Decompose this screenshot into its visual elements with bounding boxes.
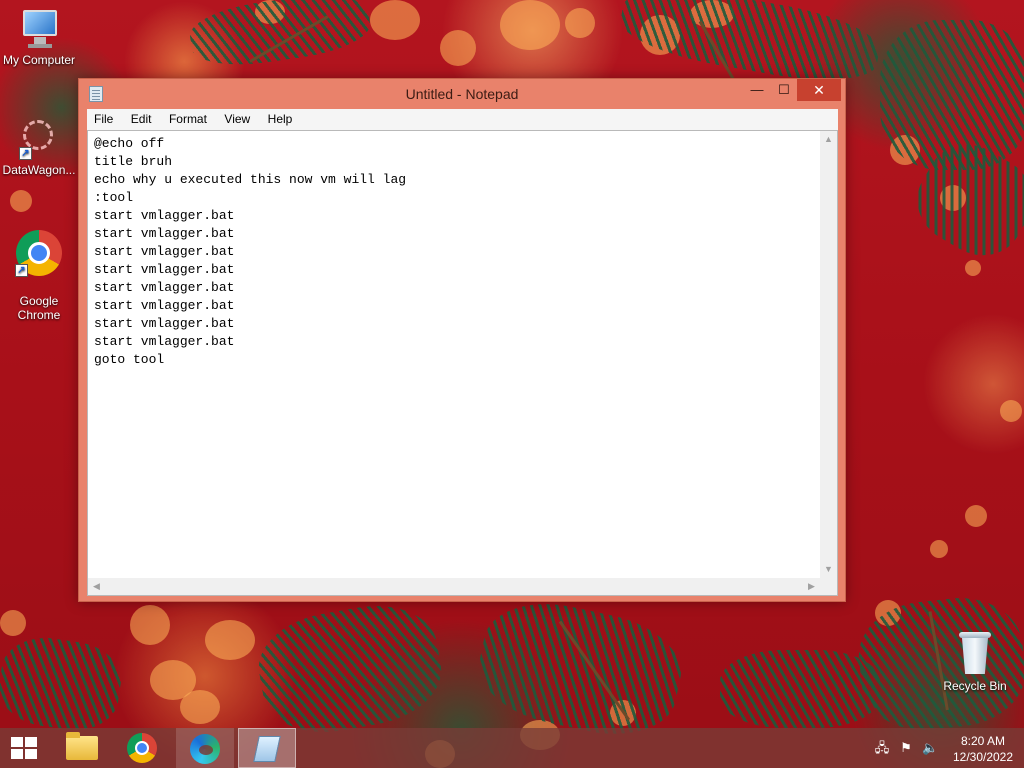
desktop-icon-google-chrome[interactable]: ↗ Google Chrome [0, 215, 78, 336]
taskbar-microsoft-edge[interactable] [176, 728, 234, 768]
close-button[interactable]: ✕ [797, 79, 841, 101]
notepad-window: Untitled - Notepad — ☐ ✕ File Edit Forma… [78, 78, 846, 602]
computer-icon [17, 10, 61, 50]
windows-logo-icon [11, 737, 37, 759]
title-bar[interactable]: Untitled - Notepad — ☐ ✕ [79, 79, 845, 109]
editor-text[interactable]: @echo off title bruh echo why u executed… [94, 135, 819, 577]
network-icon[interactable]: 🖧 [874, 740, 890, 756]
volume-icon[interactable]: 🔈 [922, 740, 938, 756]
edge-icon [190, 734, 220, 764]
desktop-icon-my-computer[interactable]: My Computer [0, 10, 78, 67]
folder-icon [66, 732, 98, 760]
desktop-icon-label: Recycle Bin [943, 679, 1007, 693]
chrome-icon [127, 733, 157, 763]
scroll-right-icon[interactable]: ▶ [803, 578, 820, 595]
menu-file[interactable]: File [87, 109, 119, 127]
clock-time[interactable]: 8:20 AM [958, 734, 1008, 748]
clock-date[interactable]: 12/30/2022 [950, 750, 1016, 764]
datawagon-icon: ↗ [19, 120, 59, 160]
menu-format[interactable]: Format [162, 109, 213, 127]
window-title: Untitled - Notepad [405, 86, 519, 102]
scroll-up-icon[interactable]: ▲ [820, 131, 837, 148]
desktop-icon-datawagon[interactable]: ↗ DataWagon... [0, 120, 78, 177]
desktop-icon-label: My Computer [2, 53, 76, 67]
scroll-left-icon[interactable]: ◀ [88, 578, 105, 595]
maximize-button[interactable]: ☐ [771, 79, 797, 101]
scroll-down-icon[interactable]: ▼ [820, 561, 837, 578]
taskbar-file-explorer[interactable] [56, 728, 108, 768]
taskbar-notepad[interactable] [238, 728, 296, 768]
menu-bar: File Edit Format View Help [87, 109, 838, 130]
desktop-icon-label: Google Chrome [17, 294, 61, 322]
text-editor[interactable]: @echo off title bruh echo why u executed… [87, 130, 838, 596]
shortcut-arrow-icon: ↗ [19, 147, 32, 160]
menu-view[interactable]: View [217, 109, 256, 127]
vertical-scrollbar[interactable]: ▲ ▼ [820, 131, 837, 578]
horizontal-scrollbar[interactable]: ◀ ▶ [88, 578, 820, 595]
recycle-bin-icon [957, 630, 993, 676]
menu-edit[interactable]: Edit [124, 109, 158, 127]
start-button[interactable] [0, 728, 48, 768]
action-center-flag-icon[interactable]: ⚑ [898, 740, 914, 756]
chrome-icon: ↗ [15, 229, 63, 277]
shortcut-arrow-icon: ↗ [15, 264, 28, 277]
minimize-button[interactable]: — [743, 79, 771, 101]
notepad-icon [253, 736, 281, 762]
scrollbar-corner [820, 578, 837, 595]
taskbar: 🖧 ⚑ 🔈 8:20 AM 12/30/2022 [0, 728, 1024, 768]
desktop-icon-label: DataWagon... [2, 163, 76, 177]
taskbar-google-chrome[interactable] [116, 728, 170, 768]
menu-help[interactable]: Help [261, 109, 299, 127]
desktop-icon-recycle-bin[interactable]: Recycle Bin [936, 630, 1014, 693]
